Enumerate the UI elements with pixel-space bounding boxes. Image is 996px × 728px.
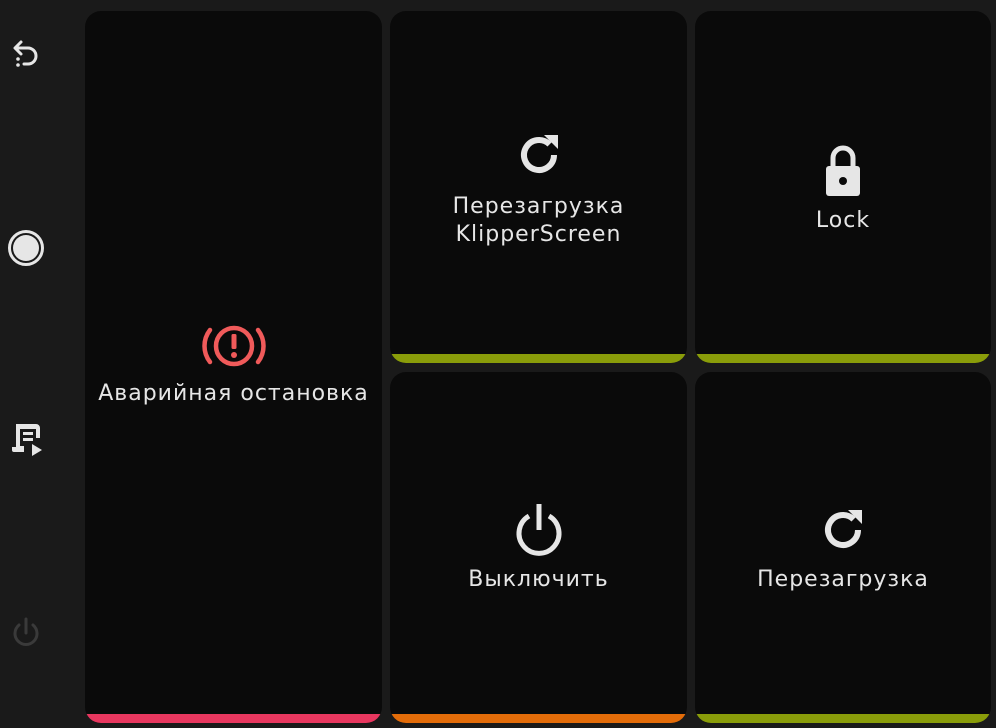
tile-content: Перезагрузка KlipperScreen	[390, 11, 687, 354]
restart-label: Перезагрузка	[757, 567, 929, 592]
lock-label: Lock	[815, 208, 871, 233]
back-button[interactable]	[2, 30, 50, 78]
tile-content: Перезагрузка	[695, 372, 991, 714]
shutdown-label: Выключить	[468, 567, 609, 592]
app-window: Аварийная остановка Перезагрузка Klipper…	[0, 0, 996, 728]
shutdown-bar	[390, 714, 687, 723]
macros-button[interactable]	[2, 416, 50, 464]
lock-button[interactable]: Lock	[695, 11, 991, 363]
tile-content: Выключить	[390, 372, 687, 714]
sidebar	[0, 0, 52, 728]
emergency-stop-label: Аварийная остановка	[98, 380, 369, 406]
emergency-icon	[201, 325, 266, 366]
restart-button[interactable]: Перезагрузка	[695, 372, 991, 723]
script-run-icon	[12, 424, 42, 456]
emergency-stop-bar	[85, 714, 382, 723]
tile-content: Аварийная остановка	[85, 11, 382, 714]
tile-content: Lock	[695, 11, 991, 354]
restart-bar	[695, 714, 991, 723]
lock-icon	[826, 145, 860, 196]
power-icon	[516, 504, 561, 556]
circle-icon	[8, 230, 44, 266]
restart-klipperscreen-label: Перезагрузка KlipperScreen	[452, 194, 625, 247]
shutdown-button[interactable]: Выключить	[390, 372, 687, 723]
lock-bar	[695, 354, 991, 363]
refresh-icon	[825, 510, 862, 548]
restart-klipperscreen-button[interactable]: Перезагрузка KlipperScreen	[390, 11, 687, 363]
home-button[interactable]	[2, 224, 50, 272]
back-arrow-icon	[13, 40, 38, 67]
power-icon	[13, 617, 39, 646]
restart-klipperscreen-bar	[390, 354, 687, 363]
refresh-icon	[520, 135, 558, 173]
power-button[interactable]	[2, 609, 50, 657]
emergency-stop-button[interactable]: Аварийная остановка	[85, 11, 382, 723]
